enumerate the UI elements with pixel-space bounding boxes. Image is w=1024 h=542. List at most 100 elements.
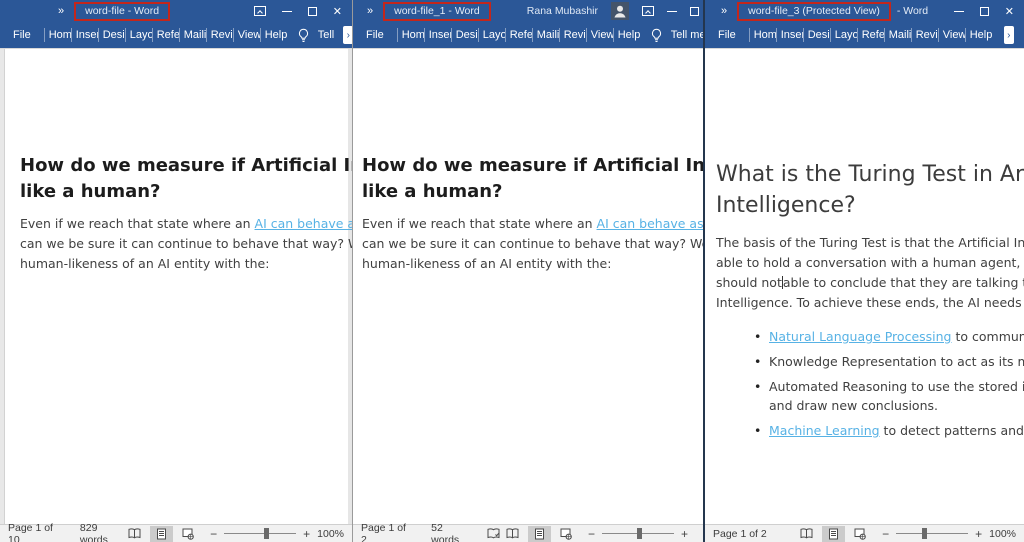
tab-design[interactable]: Design	[803, 28, 830, 42]
lightbulb-icon[interactable]	[297, 28, 310, 43]
tell-me-button[interactable]: Tell me	[671, 29, 703, 41]
zoom-in-button[interactable]: +	[681, 527, 688, 541]
web-layout-button[interactable]	[176, 526, 200, 542]
zoom-slider-thumb[interactable]	[637, 528, 642, 539]
doc-hyperlink[interactable]: AI can behave as a human does,	[255, 216, 352, 231]
maximize-button[interactable]	[980, 7, 989, 16]
tab-home[interactable]: Home	[749, 28, 776, 42]
tab-references[interactable]: References	[505, 28, 532, 42]
minimize-button[interactable]	[954, 11, 964, 12]
tab-help[interactable]: Help	[260, 28, 287, 42]
doc-hyperlink[interactable]: Machine Learning	[769, 423, 880, 438]
quick-access-overflow-icon[interactable]: »	[721, 5, 726, 17]
tab-mailings[interactable]: Mailings	[884, 28, 911, 42]
print-layout-button[interactable]	[528, 526, 551, 542]
tab-home[interactable]: Home	[397, 28, 424, 42]
ribbon-expand-chevron-icon[interactable]: ›	[343, 26, 352, 44]
doc-heading-line1: What is the Turing Test in Artificial	[716, 159, 1024, 190]
tab-file[interactable]: File	[0, 29, 44, 41]
minimize-button[interactable]	[667, 11, 677, 12]
zoom-slider-thumb[interactable]	[922, 528, 927, 539]
lightbulb-icon[interactable]	[650, 28, 663, 43]
tab-insert[interactable]: Insert	[71, 28, 98, 42]
zoom-level[interactable]: 100%	[989, 528, 1016, 540]
tab-references[interactable]: References	[857, 28, 884, 42]
document-canvas[interactable]: What is the Turing Test in Artificial In…	[705, 48, 1024, 524]
print-layout-button[interactable]	[822, 526, 845, 542]
titlebar: » word-file - Word ✕	[0, 0, 352, 22]
tab-help[interactable]: Help	[965, 28, 992, 42]
user-avatar[interactable]	[611, 2, 629, 20]
read-mode-button[interactable]	[794, 526, 819, 541]
tab-insert[interactable]: Insert	[424, 28, 451, 42]
close-button[interactable]: ✕	[1005, 5, 1014, 18]
document-canvas[interactable]: How do we measure if Artificial Intellig…	[0, 48, 352, 524]
zoom-slider[interactable]	[602, 533, 674, 534]
word-count[interactable]: 829 words	[80, 522, 122, 542]
web-layout-button[interactable]	[848, 526, 872, 542]
doc-heading-line2: like a human?	[20, 179, 352, 205]
signed-in-user[interactable]: Rana Mubashir	[527, 5, 598, 17]
read-mode-button[interactable]	[122, 526, 147, 541]
tab-file[interactable]: File	[353, 29, 397, 41]
read-mode-button[interactable]	[500, 526, 525, 541]
document-canvas[interactable]: How do we measure if Artificial Intellig…	[353, 48, 703, 524]
maximize-icon	[690, 7, 699, 16]
tab-design[interactable]: Design	[98, 28, 125, 42]
tab-review[interactable]: Review	[559, 28, 586, 42]
page-indicator[interactable]: Page 1 of 2	[713, 528, 767, 540]
window-title: word-file_1 - Word	[394, 5, 480, 17]
status-bar: Page 1 of 2 52 words − +	[353, 524, 703, 542]
tab-file[interactable]: File	[705, 29, 749, 41]
proofing-errors-icon[interactable]	[487, 528, 500, 539]
zoom-in-button[interactable]: +	[975, 527, 982, 541]
doc-hyperlink[interactable]: Natural Language Processing	[769, 329, 952, 344]
tab-design[interactable]: Design	[451, 28, 478, 42]
page-indicator[interactable]: Page 1 of 2	[361, 522, 411, 542]
tab-view[interactable]: View	[233, 28, 260, 42]
zoom-slider[interactable]	[224, 533, 296, 534]
page-indicator[interactable]: Page 1 of 10	[8, 522, 60, 542]
ribbon-display-options-button[interactable]	[642, 6, 654, 16]
zoom-out-button[interactable]: −	[210, 527, 217, 541]
status-bar: Page 1 of 10 829 words − + 100%	[0, 524, 352, 542]
maximize-button[interactable]	[308, 7, 317, 16]
ribbon-expand-chevron-icon[interactable]: ›	[1004, 26, 1014, 44]
print-layout-button[interactable]	[150, 526, 173, 542]
doc-heading-line2: Intelligence?	[716, 190, 1024, 221]
zoom-slider-thumb[interactable]	[264, 528, 269, 539]
tab-insert[interactable]: Insert	[776, 28, 803, 42]
quick-access-overflow-icon[interactable]: »	[367, 5, 372, 17]
tab-home[interactable]: Home	[44, 28, 71, 42]
quick-access-overflow-icon[interactable]: »	[58, 5, 63, 17]
screen: » word-file - Word ✕ File Home Insert De…	[0, 0, 1024, 542]
tell-me-button[interactable]: Tell	[318, 29, 335, 41]
tab-view[interactable]: View	[586, 28, 613, 42]
maximize-button[interactable]	[690, 7, 699, 16]
zoom-in-button[interactable]: +	[303, 527, 310, 541]
word-count[interactable]: 52 words	[431, 522, 471, 542]
tab-mailings[interactable]: Mailings	[179, 28, 206, 42]
tab-references[interactable]: References	[152, 28, 179, 42]
minimize-icon	[667, 11, 677, 12]
web-layout-button[interactable]	[554, 526, 578, 542]
zoom-out-button[interactable]: −	[588, 527, 595, 541]
ribbon-tabs: File Home Insert Design Layout Reference…	[0, 22, 352, 48]
tab-layout[interactable]: Layout	[478, 28, 505, 42]
window-title: word-file_3 (Protected View)	[748, 5, 880, 17]
tab-layout[interactable]: Layout	[125, 28, 152, 42]
minimize-button[interactable]	[282, 11, 292, 12]
tab-help[interactable]: Help	[613, 28, 640, 42]
zoom-slider[interactable]	[896, 533, 968, 534]
zoom-out-button[interactable]: −	[882, 527, 889, 541]
tab-layout[interactable]: Layout	[830, 28, 857, 42]
close-button[interactable]: ✕	[333, 5, 342, 18]
titlebar: » word-file_3 (Protected View) - Word ✕	[705, 0, 1024, 22]
tab-view[interactable]: View	[938, 28, 965, 42]
zoom-level[interactable]: 100%	[317, 528, 344, 540]
ribbon-display-options-button[interactable]	[254, 6, 266, 16]
tab-mailings[interactable]: Mailings	[532, 28, 559, 42]
tab-review[interactable]: Review	[206, 28, 233, 42]
tab-review[interactable]: Review	[911, 28, 938, 42]
doc-hyperlink[interactable]: AI can behave as a human does,	[597, 216, 703, 231]
